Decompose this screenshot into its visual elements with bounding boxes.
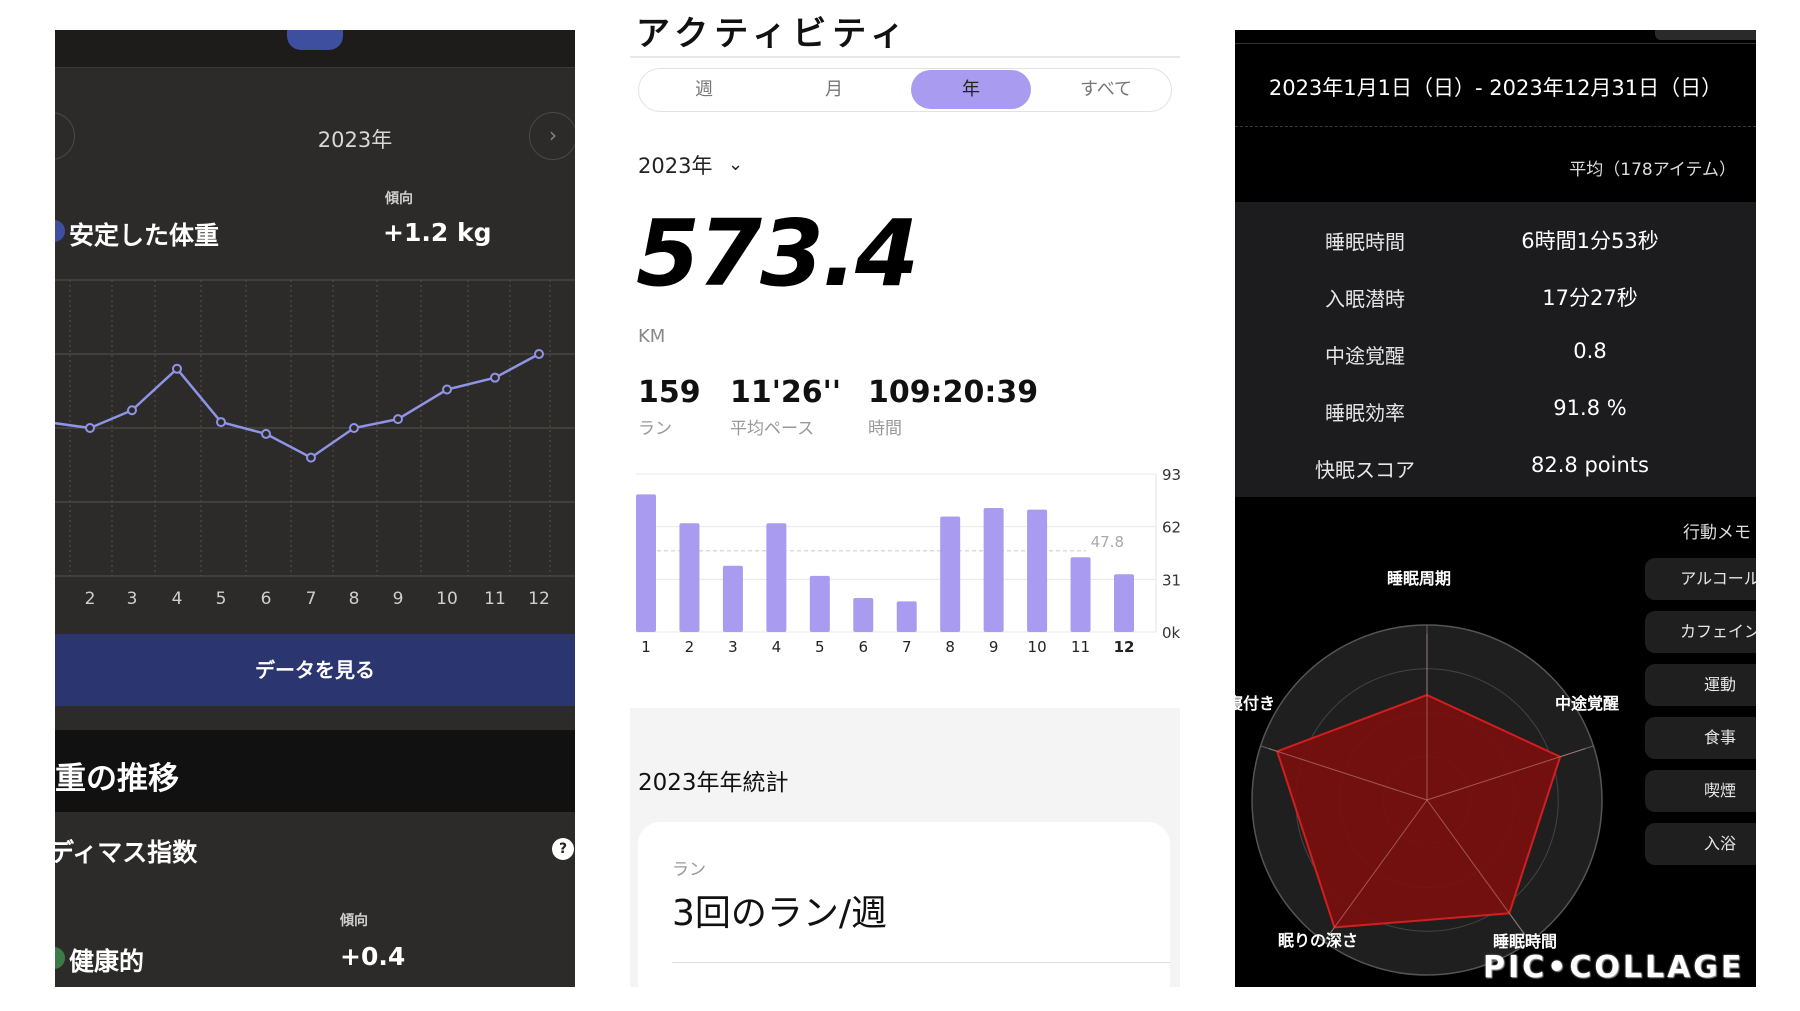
- x-tick-label: 11: [1071, 638, 1090, 656]
- view-data-button[interactable]: データを見る: [55, 634, 575, 706]
- help-icon[interactable]: ?: [552, 838, 574, 860]
- collage-watermark: PIC•COLLAGE: [1483, 950, 1745, 985]
- y-tick-label: 31: [1162, 571, 1180, 589]
- x-tick-label: 6: [858, 638, 868, 656]
- card-divider: [672, 962, 1170, 963]
- healthy-label: 健康的: [69, 947, 145, 976]
- month-tick-label: 6: [261, 589, 272, 609]
- weight-line-chart: 2 3 4 5 6 7 8 9 10 11 12: [55, 279, 575, 609]
- month-tick-label: 3: [127, 589, 138, 609]
- monthly-distance-bar-chart: 47.8 123456789101112 9362310km: [636, 466, 1180, 656]
- bmi-label: ディマス指数: [55, 838, 198, 867]
- memo-alcohol-button[interactable]: アルコール: [1645, 558, 1756, 600]
- memo-bath-button[interactable]: 入浴: [1645, 823, 1756, 865]
- month-tick-label: 4: [172, 589, 183, 609]
- weight-point: [490, 372, 500, 383]
- weight-point: [85, 423, 95, 433]
- x-tick-label: 9: [989, 638, 999, 656]
- radar-axis-label-onset: 寝付き: [1235, 694, 1276, 713]
- memo-caffeine-button[interactable]: カフェイン: [1645, 611, 1756, 653]
- month-tick-label: 5: [216, 589, 227, 609]
- card-value: 3回のラン/週: [672, 893, 888, 934]
- bar-y-axis-labels: 93 62 31 0km: [1162, 466, 1180, 642]
- month-tick-label: 11: [484, 589, 506, 609]
- y-tick-label: 62: [1162, 519, 1180, 537]
- bar: [983, 507, 1004, 632]
- x-tick-label: 2: [685, 638, 695, 656]
- bar-series: [636, 494, 1134, 632]
- bar-x-axis-labels: 1 2 3 4 5 6 7 8 9 10 11 12: [641, 638, 1134, 656]
- bar: [1070, 557, 1091, 632]
- x-tick-label: 8: [945, 638, 955, 656]
- weight-point: [172, 363, 182, 374]
- x-tick-label: 12: [1114, 638, 1135, 656]
- running-app-panel: アクティビティ 週 月 年 すべて 2023年 ⌄ 573.4 KM 159 ラ…: [630, 0, 1180, 987]
- month-axis-labels: 2 3 4 5 6 7 8 9 10 11 12: [85, 589, 550, 609]
- memo-exercise-label: 運動: [1703, 675, 1736, 694]
- month-tick-label: 8: [349, 589, 360, 609]
- weight-line-series: [55, 349, 544, 463]
- bar: [1114, 574, 1134, 632]
- bar: [940, 516, 961, 632]
- bar: [636, 494, 656, 632]
- memo-caffeine-label: カフェイン: [1679, 622, 1756, 641]
- weight-app-panel: › 2023年 安定した体重 傾向 +1.2 kg 2 3 4 5 6 7 8 9 10 11 12…: [55, 30, 575, 987]
- radar-axis-label-wake: 中途覚醒: [1555, 694, 1620, 713]
- bmi-trend-label: 傾向: [340, 913, 368, 929]
- bar: [809, 575, 830, 632]
- month-tick-label: 7: [306, 589, 317, 609]
- x-tick-label: 10: [1028, 638, 1047, 656]
- sleep-app-panel: 2023年1月1日（日）- 2023年12月31日（日） 平均（178アイテム）…: [1235, 30, 1756, 987]
- radar-axis-label-duration: 睡眠時間: [1493, 932, 1558, 951]
- memo-bath-label: 入浴: [1703, 834, 1736, 853]
- x-tick-label: 3: [728, 638, 738, 656]
- healthy-indicator-dot: [55, 947, 65, 969]
- weight-point: [349, 423, 359, 433]
- x-tick-label: 1: [641, 638, 651, 656]
- radar-axis-label-cycle: 睡眠周期: [1387, 569, 1452, 588]
- yearly-stats-title: 2023年年統計: [638, 770, 789, 796]
- x-tick-label: 4: [772, 638, 782, 656]
- weight-point: [261, 428, 271, 439]
- bmi-trend-value: +0.4: [340, 942, 406, 971]
- bar: [853, 598, 874, 632]
- month-tick-label: 12: [528, 589, 550, 609]
- month-tick-label: 9: [393, 589, 404, 609]
- memo-smoking-label: 喫煙: [1703, 781, 1736, 800]
- memo-meal-button[interactable]: 食事: [1645, 717, 1756, 759]
- radar-axis-label-depth: 眠りの深さ: [1278, 931, 1359, 950]
- bar: [679, 523, 700, 632]
- chart-grid: [55, 279, 575, 577]
- weight-point: [393, 414, 403, 425]
- month-tick-label: 10: [436, 589, 458, 609]
- memo-alcohol-label: アルコール: [1680, 569, 1756, 588]
- memo-meal-label: 食事: [1703, 728, 1736, 747]
- card-label: ラン: [672, 860, 706, 880]
- month-tick-label: 2: [85, 589, 96, 609]
- average-label: 47.8: [1091, 533, 1124, 551]
- weight-line: [55, 352, 540, 460]
- weight-point: [442, 384, 452, 395]
- y-tick-label: 0km: [1162, 624, 1180, 642]
- weight-point: [534, 349, 544, 359]
- bar: [722, 565, 743, 632]
- weight-point: [306, 452, 316, 463]
- weight-point: [127, 405, 137, 416]
- bar: [896, 601, 917, 632]
- y-tick-label: 93: [1162, 466, 1180, 484]
- bar: [766, 523, 787, 632]
- activity-memo-title: 行動メモ: [1683, 523, 1751, 543]
- bar: [1027, 509, 1048, 632]
- x-tick-label: 7: [902, 638, 912, 656]
- memo-smoking-button[interactable]: 喫煙: [1645, 770, 1756, 812]
- weight-point: [216, 417, 226, 428]
- weight-trend-section-title: 重の推移: [55, 761, 179, 797]
- x-tick-label: 5: [815, 638, 825, 656]
- memo-exercise-button[interactable]: 運動: [1645, 664, 1756, 706]
